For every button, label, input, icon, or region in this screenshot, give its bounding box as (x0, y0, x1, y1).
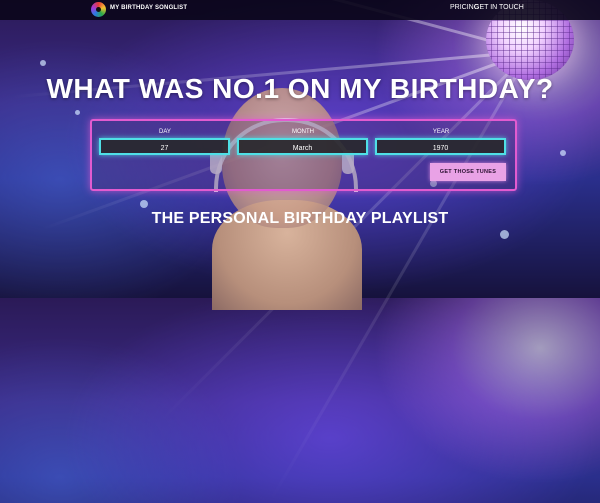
hero-subtitle: THE PERSONAL BIRTHDAY PLAYLIST (151, 210, 449, 227)
day-label: DAY (159, 129, 171, 135)
top-nav-bar: MY BIRTHDAY SONGLIST PRICING GET IN TOUC… (0, 0, 600, 20)
month-select[interactable]: March (237, 138, 368, 155)
get-those-tunes-button[interactable]: GET THOSE TUNES (430, 163, 506, 181)
month-label: MONTH (292, 129, 314, 135)
brand-name[interactable]: MY BIRTHDAY SONGLIST (110, 5, 187, 11)
vinyl-logo-icon[interactable] (91, 2, 106, 17)
birthday-form: DAY 27 MONTH March YEAR 1970 GET THOSE T… (90, 119, 517, 191)
hero-title: WHAT WAS NO.1 ON MY BIRTHDAY? (46, 73, 554, 104)
day-field[interactable]: 27 (99, 138, 230, 155)
nav-link-get-in-touch[interactable]: GET IN TOUCH (474, 4, 524, 11)
year-field[interactable]: 1970 (375, 138, 506, 155)
year-label: YEAR (432, 129, 450, 135)
